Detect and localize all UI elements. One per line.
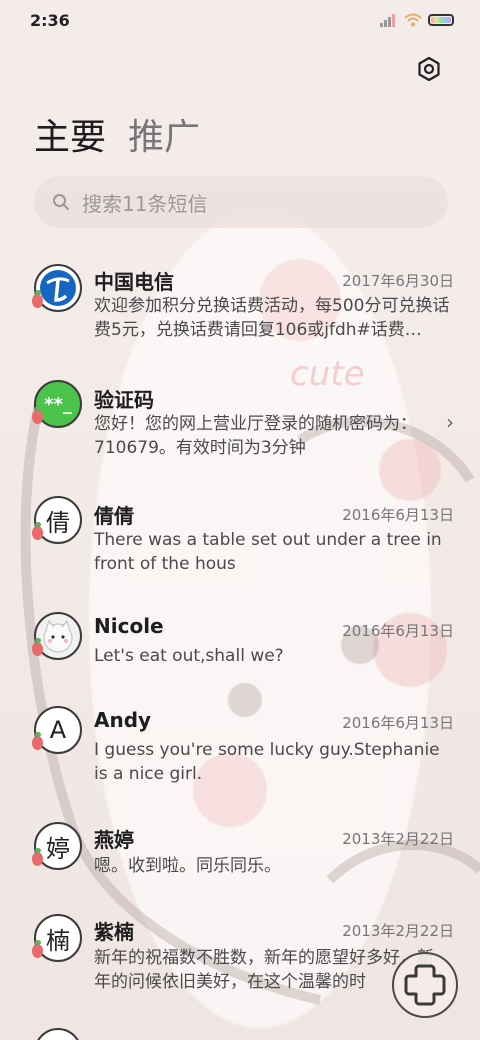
message-thread[interactable]: 中国电信 2017年6月30日 欢迎参加积分兑换话费活动，每500分可兑换话费5… xyxy=(0,262,480,354)
contact-name: 燕婷 xyxy=(94,828,134,852)
tomato-badge-icon xyxy=(32,732,43,750)
message-date: 2013年2月22日 xyxy=(342,922,454,940)
message-date: 2016年6月13日 xyxy=(342,714,454,732)
message-thread[interactable] xyxy=(0,1028,480,1040)
contact-name: Nicole xyxy=(94,614,164,638)
status-bar: 2:36 xyxy=(0,0,480,42)
tab-bar: 主要 推广 xyxy=(34,108,200,160)
telecom-logo-icon xyxy=(40,270,76,306)
message-thread[interactable]: 婷 燕婷 2013年2月22日 嗯。收到啦。同乐同乐。 xyxy=(0,822,480,892)
contact-name: 中国电信 xyxy=(94,270,174,294)
contact-name: 验证码 xyxy=(94,388,154,412)
battery-icon xyxy=(428,14,454,26)
avatar: A xyxy=(32,706,82,754)
tomato-badge-icon xyxy=(32,406,43,424)
cat-photo-icon xyxy=(43,619,73,653)
search-bar[interactable]: 搜索11条短信 xyxy=(34,176,448,228)
tab-primary[interactable]: 主要 xyxy=(34,108,106,160)
avatar-initials: A xyxy=(49,716,67,744)
avatar: 婷 xyxy=(32,822,82,870)
tomato-badge-icon xyxy=(32,638,43,656)
avatar-initials: 楠 xyxy=(46,926,70,955)
contact-name: Andy xyxy=(94,708,152,732)
status-time: 2:36 xyxy=(30,11,70,30)
message-date: 2016年6月13日 xyxy=(342,506,454,524)
contact-name: 紫楠 xyxy=(94,920,134,944)
message-preview: Let's eat out,shall we? xyxy=(94,646,284,666)
gear-icon[interactable] xyxy=(416,56,442,82)
message-preview: 嗯。收到啦。同乐同乐。 xyxy=(94,856,281,876)
message-thread[interactable]: **_ 验证码 › 您好！您的网上营业厅登录的随机密码为：710679。有效时间… xyxy=(0,380,480,472)
message-date: 2017年6月30日 xyxy=(342,272,454,290)
message-thread[interactable]: 倩 倩倩 2016年6月13日 There was a table set ou… xyxy=(0,496,480,588)
message-preview: 您好！您的网上营业厅登录的随机密码为：710679。有效时间为3分钟 xyxy=(94,414,417,458)
message-preview: I guess you're some lucky guy.Stephanie … xyxy=(94,740,440,784)
message-date: 2016年6月13日 xyxy=(342,622,454,640)
message-preview: 欢迎参加积分兑换话费活动，每500分可兑换话费5元，兑换话费请回复106或jfd… xyxy=(94,296,450,340)
tomato-badge-icon xyxy=(32,522,43,540)
search-icon xyxy=(53,194,69,210)
avatar: **_ xyxy=(32,380,82,428)
avatar: 倩 xyxy=(32,496,82,544)
tomato-badge-icon xyxy=(32,290,43,308)
wifi-icon xyxy=(404,13,422,27)
avatar-initials: 倩 xyxy=(46,508,70,537)
avatar xyxy=(32,264,82,312)
avatar: 楠 xyxy=(32,914,82,962)
avatar-initials: **_ xyxy=(44,393,72,415)
avatar xyxy=(32,612,82,660)
search-placeholder: 搜索11条短信 xyxy=(82,191,208,216)
message-thread[interactable]: Nicole 2016年6月13日 Let's eat out,shall we… xyxy=(0,612,480,682)
contact-name: 倩倩 xyxy=(94,504,134,528)
avatar xyxy=(34,1028,82,1040)
tomato-badge-icon xyxy=(32,848,43,866)
message-thread[interactable]: A Andy 2016年6月13日 I guess you're some lu… xyxy=(0,706,480,798)
message-date: 2013年2月22日 xyxy=(342,830,454,848)
compose-button[interactable] xyxy=(392,952,458,1018)
avatar-initials: 婷 xyxy=(46,834,70,863)
tab-promotions[interactable]: 推广 xyxy=(128,108,200,160)
compose-plus-icon xyxy=(404,964,446,1006)
tomato-badge-icon xyxy=(32,940,43,958)
message-preview: There was a table set out under a tree i… xyxy=(94,530,442,574)
signal-icon xyxy=(380,13,398,27)
